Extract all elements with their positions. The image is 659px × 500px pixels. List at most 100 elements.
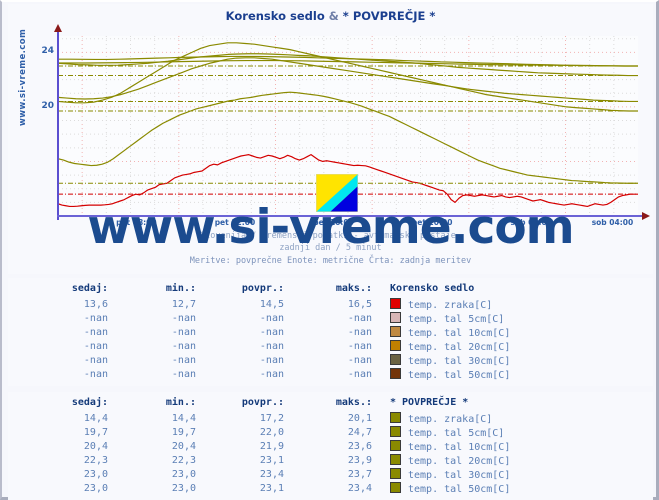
cell-sedaj: -nan (83, 354, 108, 366)
table-row: 23,0 23,0 23,4 23,7 temp. tal 30cm[C] (30, 467, 510, 481)
y-tick-label: 24 (41, 46, 54, 57)
cell-min: -nan (171, 368, 196, 380)
cell-maks: 20,1 (347, 412, 372, 424)
legend-color-swatch-icon (390, 367, 401, 379)
cell-maks: -nan (347, 312, 372, 324)
cell-povpr: -nan (259, 340, 284, 352)
cell-min: 20,4 (171, 440, 196, 452)
table-wrapper: sedaj: min.: povpr.: maks.: * POVPREČJE * 14,… (8, 392, 653, 495)
stats-table: sedaj: min.: povpr.: maks.: Korensko sedlo 13… (30, 282, 510, 381)
chart-panel: Korensko sedlo & * POVPREČJE * www.si-vr… (8, 4, 653, 274)
table-row: 14,4 14,4 17,2 20,1 temp. zraka[C] (30, 411, 510, 425)
cell-min: 14,4 (171, 412, 196, 424)
series-legend-cell: temp. tal 30cm[C] (372, 353, 510, 367)
x-axis-line (57, 215, 645, 217)
series-legend-cell: temp. tal 50cm[C] (372, 367, 510, 381)
cell-maks: -nan (347, 354, 372, 366)
table-wrapper: sedaj: min.: povpr.: maks.: Korensko sedlo 13… (8, 278, 653, 381)
legend-color-swatch-icon (390, 481, 401, 493)
series-label: temp. tal 5cm[C] (408, 427, 505, 439)
cell-povpr: 21,9 (259, 440, 284, 452)
subtitle-line-3: Meritve: povprečne Enote: metrične Črta:… (189, 256, 472, 266)
cell-min: -nan (171, 354, 196, 366)
cell-povpr: 23,1 (259, 454, 284, 466)
cell-sedaj: 23,0 (83, 482, 108, 494)
series-legend-cell: temp. zraka[C] (372, 297, 510, 311)
table-row: -nan -nan -nan -nan temp. tal 5cm[C] (30, 311, 510, 325)
cell-maks: -nan (347, 340, 372, 352)
table-row: 20,4 20,4 21,9 23,6 temp. tal 10cm[C] (30, 439, 510, 453)
station-name-header: Korensko sedlo (390, 283, 475, 294)
cell-min: 23,0 (171, 468, 196, 480)
cell-povpr: 17,2 (259, 412, 284, 424)
si-vreme-logo-icon (316, 174, 358, 212)
cell-sedaj: -nan (83, 312, 108, 324)
cell-min: 23,0 (171, 482, 196, 494)
stats-table: sedaj: min.: povpr.: maks.: * POVPREČJE * 14,… (30, 396, 510, 495)
cell-sedaj: 13,6 (83, 298, 108, 310)
cell-min: 19,7 (171, 426, 196, 438)
series-label: temp. tal 20cm[C] (408, 341, 511, 353)
table-row: 22,3 22,3 23,1 23,9 temp. tal 20cm[C] (30, 453, 510, 467)
legend-color-swatch-icon (390, 325, 401, 337)
cell-povpr: 22,0 (259, 426, 284, 438)
cell-maks: 16,5 (347, 298, 372, 310)
series-legend-cell: temp. tal 10cm[C] (372, 325, 510, 339)
chart-title: Korensko sedlo & * POVPREČJE * (8, 9, 653, 23)
table-row: -nan -nan -nan -nan temp. tal 30cm[C] (30, 353, 510, 367)
cell-sedaj: 23,0 (83, 468, 108, 480)
column-header: sedaj: (71, 283, 108, 294)
column-header: sedaj: (71, 397, 108, 408)
series-legend-cell: temp. tal 30cm[C] (372, 467, 510, 481)
series-legend-cell: temp. tal 5cm[C] (372, 425, 510, 439)
table-row: 13,6 12,7 14,5 16,5 temp. zraka[C] (30, 297, 510, 311)
cell-sedaj: -nan (83, 340, 108, 352)
column-header: maks.: (335, 283, 372, 294)
cell-maks: 23,9 (347, 454, 372, 466)
table-header-row: sedaj: min.: povpr.: maks.: Korensko sedlo (30, 282, 510, 297)
stats-table-korensko-sedlo: sedaj: min.: povpr.: maks.: Korensko sedlo 13… (8, 278, 653, 386)
column-header: min.: (165, 283, 196, 294)
legend-color-swatch-icon (390, 339, 401, 351)
x-axis-ticks: pet 08:00 pet 12:00 pet 16:00 pet 20:00 sob … (8, 218, 653, 232)
cell-maks: 23,7 (347, 468, 372, 480)
table-row: -nan -nan -nan -nan temp. tal 10cm[C] (30, 325, 510, 339)
series-legend-cell: temp. tal 20cm[C] (372, 339, 510, 353)
table-header-row: sedaj: min.: povpr.: maks.: * POVPREČJE * (30, 396, 510, 411)
series-label: temp. tal 20cm[C] (408, 455, 511, 467)
cell-sedaj: 14,4 (83, 412, 108, 424)
station-name-header: * POVPREČJE * (390, 397, 469, 408)
table-row: 19,7 19,7 22,0 24,7 temp. tal 5cm[C] (30, 425, 510, 439)
series-legend-cell: temp. tal 5cm[C] (372, 311, 510, 325)
cell-sedaj: -nan (83, 326, 108, 338)
cell-min: -nan (171, 312, 196, 324)
x-tick-label: sob 04:00 (591, 218, 634, 227)
legend-color-swatch-icon (390, 425, 401, 437)
series-legend-cell: temp. tal 50cm[C] (372, 481, 510, 495)
x-tick-label: pet 16:00 (313, 218, 354, 227)
cell-maks: -nan (347, 368, 372, 380)
y-axis-line (57, 30, 59, 220)
cell-min: -nan (171, 326, 196, 338)
x-tick-label: pet 08:00 (116, 218, 157, 227)
cell-maks: 23,6 (347, 440, 372, 452)
cell-maks: 24,7 (347, 426, 372, 438)
x-tick-label: sob 00:00 (510, 218, 552, 227)
series-label: temp. tal 50cm[C] (408, 369, 511, 381)
series-label: temp. tal 50cm[C] (408, 483, 511, 495)
cell-povpr: 14,5 (259, 298, 284, 310)
cell-min: 22,3 (171, 454, 196, 466)
subtitle-line-2: zadnji dan / 5 minut (279, 243, 382, 253)
column-header: min.: (165, 397, 196, 408)
chart-title-left: Korensko sedlo (225, 9, 325, 23)
series-legend-cell: temp. tal 10cm[C] (372, 439, 510, 453)
legend-color-swatch-icon (390, 411, 401, 423)
legend-color-swatch-icon (390, 467, 401, 479)
x-tick-label: pet 20:00 (411, 218, 453, 227)
series-legend-cell: temp. zraka[C] (372, 411, 510, 425)
page-root: Korensko sedlo & * POVPREČJE * www.si-vr… (0, 0, 659, 500)
series-label: temp. tal 10cm[C] (408, 441, 511, 453)
legend-color-swatch-icon (390, 311, 401, 323)
cell-maks: -nan (347, 326, 372, 338)
cell-povpr: -nan (259, 354, 284, 366)
